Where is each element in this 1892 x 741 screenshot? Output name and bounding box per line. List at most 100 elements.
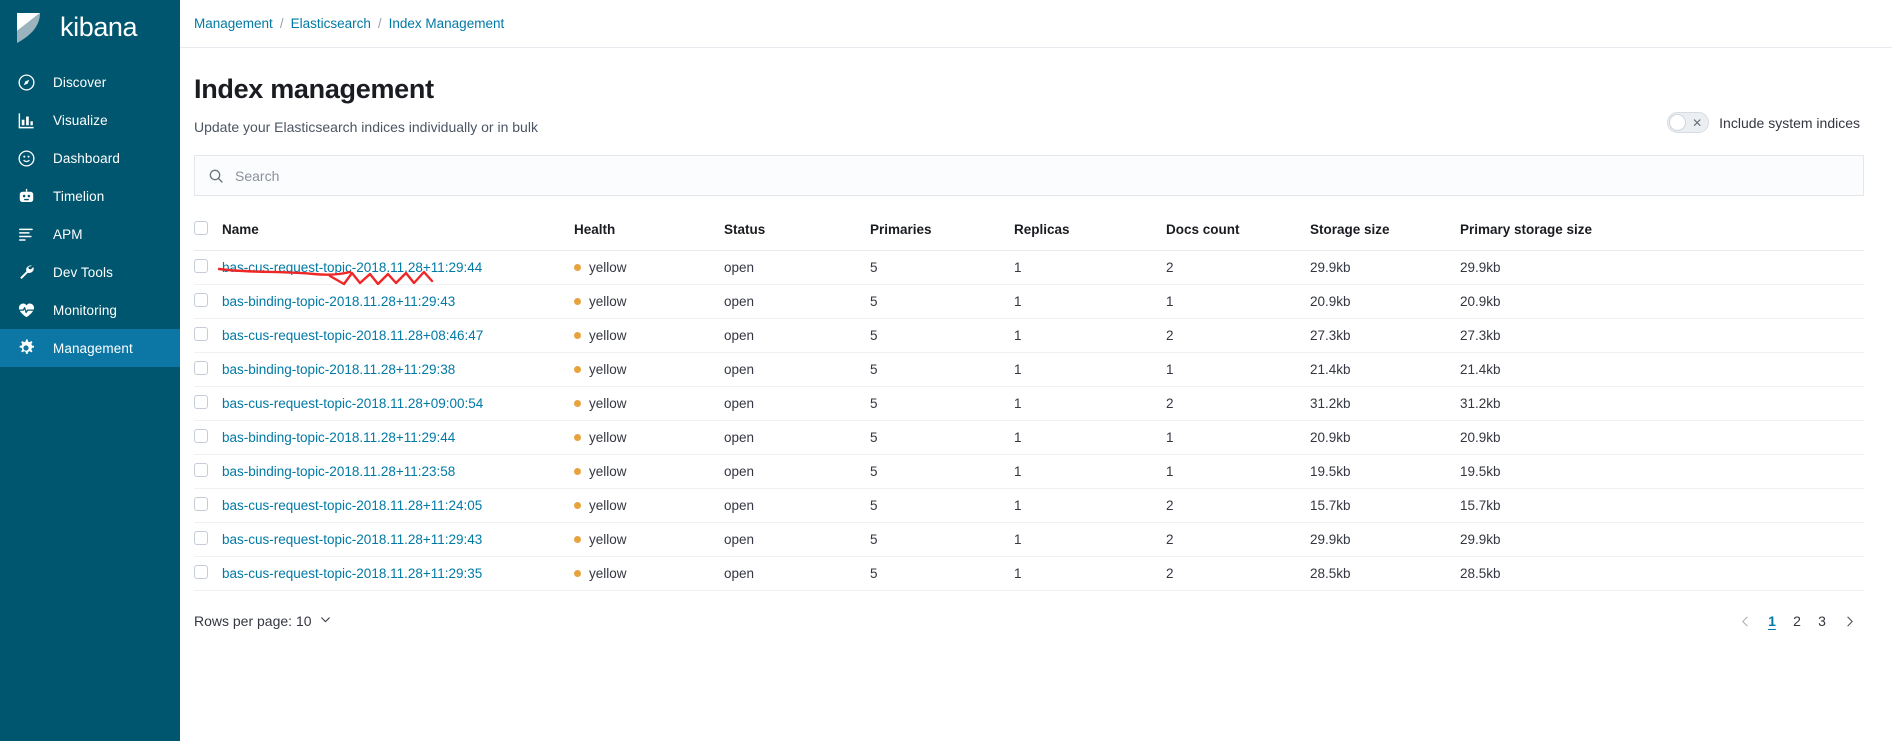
sidebar-item-monitoring[interactable]: Monitoring: [0, 291, 180, 329]
cell-name: bas-binding-topic-2018.11.28+11:29:43: [222, 284, 574, 319]
health-status-label: yellow: [589, 532, 627, 547]
sidebar-item-timelion[interactable]: Timelion: [0, 177, 180, 215]
cell-status: open: [724, 420, 870, 455]
apm-icon: [16, 224, 36, 244]
row-select-cell: [194, 250, 222, 285]
row-checkbox[interactable]: [194, 327, 208, 341]
row-checkbox[interactable]: [194, 259, 208, 273]
rows-per-page-selector[interactable]: Rows per page: 10: [194, 613, 332, 629]
column-header-health[interactable]: Health: [574, 211, 724, 251]
index-name-link[interactable]: bas-binding-topic-2018.11.28+11:29:43: [222, 294, 455, 309]
column-header-storage-size[interactable]: Storage size: [1310, 211, 1460, 251]
sidebar-item-discover[interactable]: Discover: [0, 63, 180, 101]
close-x-icon: ✕: [1692, 115, 1703, 130]
select-all-checkbox[interactable]: [194, 221, 208, 235]
column-header-docs-count[interactable]: Docs count: [1166, 211, 1310, 251]
cell-primaries: 5: [870, 454, 1014, 489]
table-row[interactable]: bas-cus-request-topic-2018.11.28+11:29:3…: [194, 556, 1864, 591]
row-checkbox[interactable]: [194, 531, 208, 545]
page-button-2[interactable]: 2: [1788, 609, 1806, 633]
health-status-dot: [574, 570, 581, 577]
cell-name: bas-cus-request-topic-2018.11.28+11:24:0…: [222, 488, 574, 523]
docs-count-value: 2: [1166, 396, 1174, 411]
storage-size-value: 19.5kb: [1310, 464, 1351, 479]
column-header-primary-storage-size[interactable]: Primary storage size: [1460, 211, 1864, 251]
primaries-value: 5: [870, 260, 878, 275]
primary-storage-size-value: 28.5kb: [1460, 566, 1501, 581]
health-status-label: yellow: [589, 328, 627, 343]
health-status-dot: [574, 434, 581, 441]
breadcrumb-item-management[interactable]: Management: [194, 16, 273, 31]
sidebar-item-visualize[interactable]: Visualize: [0, 101, 180, 139]
table-row[interactable]: bas-cus-request-topic-2018.11.28+11:24:0…: [194, 488, 1864, 523]
search-icon: [208, 168, 224, 184]
primaries-value: 5: [870, 396, 878, 411]
row-checkbox[interactable]: [194, 497, 208, 511]
toggle-knob: [1669, 114, 1687, 131]
chevron-right-icon[interactable]: [1838, 609, 1860, 633]
cell-storage-size: 29.9kb: [1310, 250, 1460, 285]
cell-docs-count: 2: [1166, 250, 1310, 285]
row-checkbox[interactable]: [194, 395, 208, 409]
chevron-left-icon[interactable]: [1734, 609, 1756, 633]
cell-name: bas-binding-topic-2018.11.28+11:29:44: [222, 420, 574, 455]
search-bar[interactable]: [194, 155, 1864, 196]
column-header-name[interactable]: Name: [222, 211, 574, 251]
row-checkbox[interactable]: [194, 361, 208, 375]
column-header-status[interactable]: Status: [724, 211, 870, 251]
sidebar-item-dashboard[interactable]: Dashboard: [0, 139, 180, 177]
breadcrumb-separator: /: [377, 16, 382, 31]
index-name-link[interactable]: bas-cus-request-topic-2018.11.28+11:29:3…: [222, 566, 482, 581]
row-checkbox[interactable]: [194, 429, 208, 443]
cell-primaries: 5: [870, 556, 1014, 591]
page-button-3[interactable]: 3: [1813, 609, 1831, 633]
table-row[interactable]: bas-cus-request-topic-2018.11.28+11:29:4…: [194, 250, 1864, 286]
health-status-label: yellow: [589, 464, 627, 479]
table-row[interactable]: bas-cus-request-topic-2018.11.28+11:29:4…: [194, 522, 1864, 557]
column-header-primaries[interactable]: Primaries: [870, 211, 1014, 251]
include-system-indices-toggle[interactable]: ✕: [1667, 112, 1710, 133]
health-status-label: yellow: [589, 260, 627, 275]
index-name-link[interactable]: bas-binding-topic-2018.11.28+11:29:44: [222, 430, 455, 445]
cell-name: bas-cus-request-topic-2018.11.28+11:29:3…: [222, 556, 574, 591]
kibana-brand[interactable]: kibana: [0, 0, 180, 55]
health-status-label: yellow: [589, 396, 627, 411]
breadcrumb-item-index-management[interactable]: Index Management: [389, 16, 505, 31]
cell-docs-count: 1: [1166, 352, 1310, 387]
docs-count-value: 1: [1166, 294, 1174, 309]
page-button-1[interactable]: 1: [1763, 609, 1781, 633]
cell-replicas: 1: [1014, 318, 1166, 353]
index-name-link[interactable]: bas-cus-request-topic-2018.11.28+11:29:4…: [222, 532, 482, 547]
sidebar-item-apm[interactable]: APM: [0, 215, 180, 253]
table-row[interactable]: bas-cus-request-topic-2018.11.28+09:00:5…: [194, 386, 1864, 421]
index-name-link[interactable]: bas-cus-request-topic-2018.11.28+11:24:0…: [222, 498, 482, 513]
index-name-link[interactable]: bas-cus-request-topic-2018.11.28+08:46:4…: [222, 328, 483, 343]
sidebar-item-dev-tools[interactable]: Dev Tools: [0, 253, 180, 291]
table-row[interactable]: bas-binding-topic-2018.11.28+11:29:44 yel…: [194, 420, 1864, 455]
table-row[interactable]: bas-binding-topic-2018.11.28+11:29:43 yel…: [194, 284, 1864, 319]
docs-count-value: 1: [1166, 430, 1174, 445]
table-row[interactable]: bas-binding-topic-2018.11.28+11:23:58 yel…: [194, 454, 1864, 489]
index-name-link[interactable]: bas-binding-topic-2018.11.28+11:29:38: [222, 362, 455, 377]
column-header-replicas[interactable]: Replicas: [1014, 211, 1166, 251]
row-checkbox[interactable]: [194, 293, 208, 307]
replicas-value: 1: [1014, 498, 1022, 513]
index-name-link[interactable]: bas-binding-topic-2018.11.28+11:23:58: [222, 464, 455, 479]
index-name-link[interactable]: bas-cus-request-topic-2018.11.28+11:29:4…: [222, 260, 482, 275]
index-name-link[interactable]: bas-cus-request-topic-2018.11.28+09:00:5…: [222, 396, 483, 411]
cell-status: open: [724, 488, 870, 523]
sidebar-item-management[interactable]: Management: [0, 329, 180, 367]
cell-status: open: [724, 522, 870, 557]
primaries-value: 5: [870, 328, 878, 343]
row-checkbox[interactable]: [194, 565, 208, 579]
cell-health: yellow: [574, 522, 724, 557]
table-row[interactable]: bas-binding-topic-2018.11.28+11:29:38 yel…: [194, 352, 1864, 387]
breadcrumb-item-elasticsearch[interactable]: Elasticsearch: [291, 16, 371, 31]
status-value: open: [724, 430, 755, 445]
docs-count-value: 2: [1166, 498, 1174, 513]
table-row[interactable]: bas-cus-request-topic-2018.11.28+08:46:4…: [194, 318, 1864, 353]
row-checkbox[interactable]: [194, 463, 208, 477]
cell-primaries: 5: [870, 522, 1014, 557]
search-input[interactable]: [235, 156, 1863, 195]
cell-health: yellow: [574, 556, 724, 591]
